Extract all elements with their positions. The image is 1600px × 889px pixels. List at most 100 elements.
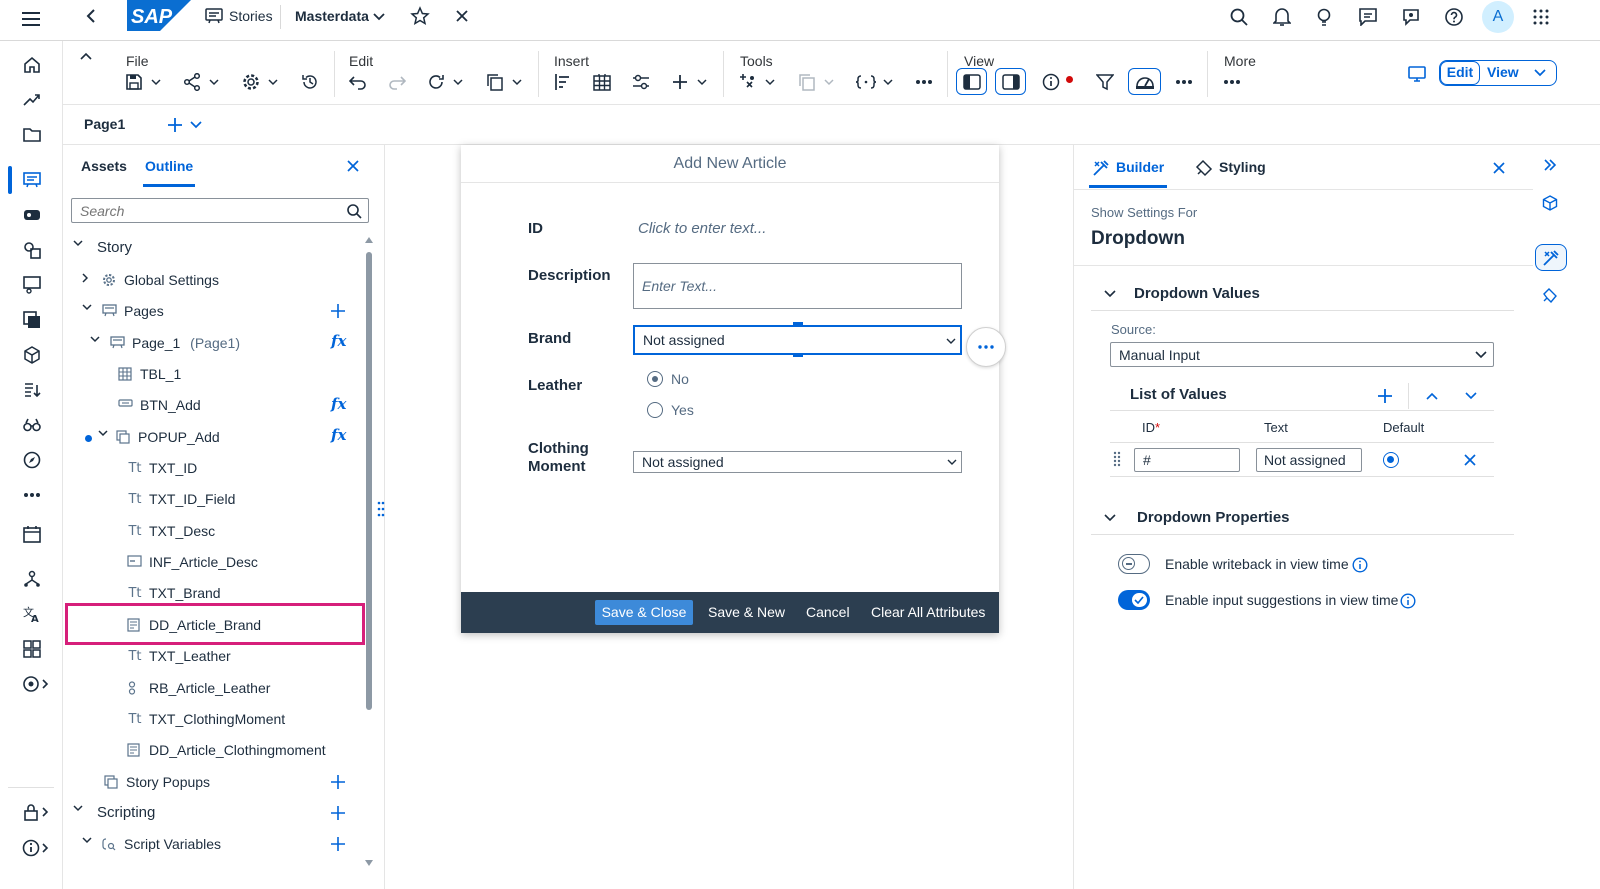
tree-item-inf-article-desc[interactable]: INF_Article_Desc [127,548,258,576]
move-up-icon[interactable] [1426,391,1438,401]
tab-builder[interactable]: Builder [1116,159,1164,175]
suggestions-toggle[interactable] [1118,590,1150,610]
close-panel-icon[interactable] [346,159,360,173]
collapse-panel-icon[interactable] [1541,157,1559,173]
tree-item-tbl-1[interactable]: TBL_1 [118,360,181,388]
search-icon[interactable] [1228,6,1250,28]
refresh-dropdown-icon[interactable] [453,77,463,87]
presentation-icon[interactable] [20,273,44,297]
tree-item-story-popups[interactable]: Story Popups [104,768,210,796]
data-action-icon[interactable] [20,378,44,402]
move-down-icon[interactable] [1465,391,1477,401]
drag-handle-icon[interactable] [1113,451,1121,467]
trend-icon[interactable] [20,88,44,112]
clothing-moment-dropdown[interactable]: Not assigned [633,451,962,473]
scroll-down-arrow-icon[interactable] [365,860,373,868]
history-icon[interactable] [299,71,321,93]
hamburger-menu-icon[interactable] [20,7,44,31]
binoculars-icon[interactable] [20,413,44,437]
analytics-app-icon[interactable] [20,203,44,227]
chevron-down-icon[interactable] [73,805,83,821]
refresh-icon[interactable] [425,71,447,93]
add-dropdown-icon[interactable] [697,77,707,87]
device-preview-icon[interactable] [1406,63,1428,85]
brand-dropdown[interactable]: Not assigned [633,325,962,355]
page-menu-chevron-icon[interactable] [190,120,202,130]
cancel-button[interactable]: Cancel [806,600,850,625]
insert-chart-icon[interactable] [552,71,574,93]
chevron-down-icon[interactable] [947,458,957,466]
tree-item-dd-article-clothingmoment[interactable]: DD_Article_Clothingmoment [127,736,326,764]
stories-nav-icon[interactable] [20,168,44,192]
dataset-icon[interactable] [20,308,44,332]
lightbulb-icon[interactable] [1313,6,1335,28]
hierarchy-icon[interactable] [20,567,44,591]
calendar-icon[interactable] [20,522,44,546]
scroll-up-arrow-icon[interactable] [365,237,373,245]
panel-resize-handle[interactable] [377,500,385,518]
tree-item-txt-id[interactable]: Tt TXT_ID [127,454,197,482]
tree-item-page-1[interactable]: Page_1 (Page1) [90,329,240,357]
search-input[interactable] [72,199,342,222]
right-panel-toggle-icon[interactable] [995,68,1026,95]
lock-expand-icon[interactable] [20,800,52,824]
chevron-down-icon[interactable] [98,430,108,446]
description-input[interactable]: Enter Text... [633,263,962,309]
avatar[interactable]: A [1482,1,1514,33]
tools-copy-icon[interactable] [796,71,818,93]
chevron-down-icon[interactable] [82,837,92,853]
add-value-icon[interactable] [1376,387,1394,405]
tree-item-btn-add[interactable]: BTN_Add [118,391,201,419]
resize-handle-top[interactable] [793,322,803,325]
add-page-icon[interactable] [329,302,347,320]
dropdown-values-section-title[interactable]: Dropdown Values [1134,285,1260,302]
filter-icon[interactable] [1094,71,1116,93]
info-icon[interactable] [1399,592,1416,609]
builder-rail-icon[interactable] [1535,244,1567,271]
view-mode-dropdown-icon[interactable] [1534,68,1546,78]
back-icon[interactable] [82,7,100,25]
tab-outline[interactable]: Outline [145,158,193,174]
add-script-variable-icon[interactable] [329,835,347,853]
view-mode-button[interactable]: View [1487,64,1519,80]
clear-all-attributes-button[interactable]: Clear All Attributes [871,600,985,625]
dropdown-properties-section-title[interactable]: Dropdown Properties [1137,509,1290,526]
chevron-down-icon[interactable] [73,240,83,256]
more-icon[interactable] [1221,71,1243,93]
insert-filter-icon[interactable] [630,71,652,93]
performance-toggle-icon[interactable] [1128,68,1161,95]
share-icon[interactable] [181,71,203,93]
chat-icon[interactable] [1400,6,1422,28]
settings-expand-icon[interactable] [20,672,52,696]
save-icon[interactable] [123,71,145,93]
chevron-down-icon[interactable] [946,337,956,345]
tree-item-txt-leather[interactable]: Tt TXT_Leather [127,642,230,670]
id-input[interactable]: Click to enter text... [638,220,766,237]
add-page-icon[interactable] [166,116,184,134]
tree-item-story[interactable]: Story [73,234,132,262]
tools-dropdown-icon[interactable] [765,77,775,87]
translation-icon[interactable]: 文A [20,602,44,626]
fx-script-icon[interactable]: fx [331,426,346,444]
add-script-icon[interactable] [329,804,347,822]
fx-script-icon[interactable]: fx [331,332,346,350]
fx-script-icon[interactable]: fx [331,395,346,413]
insert-table-icon[interactable] [591,71,613,93]
content-network-icon[interactable] [20,637,44,661]
chevron-down-icon[interactable] [1475,351,1487,359]
tree-item-scripting[interactable]: Scripting [73,799,155,827]
tree-item-global-settings[interactable]: Global Settings [82,266,219,294]
chevron-down-icon[interactable] [1104,513,1116,523]
tree-item-popup-add[interactable]: POPUP_Add [98,423,220,451]
view-more-icon[interactable] [1173,71,1195,93]
close-icon[interactable] [454,8,470,24]
bell-icon[interactable] [1271,6,1293,28]
info-icon[interactable] [1040,71,1062,93]
script-icon[interactable] [855,71,877,93]
value-text-input[interactable]: Not assigned [1256,448,1362,472]
edit-mode-button[interactable]: Edit [1440,61,1480,85]
gear-icon[interactable] [240,71,262,93]
delete-value-icon[interactable] [1464,454,1476,466]
writeback-toggle[interactable] [1118,554,1150,574]
chevron-down-icon[interactable] [82,304,92,320]
